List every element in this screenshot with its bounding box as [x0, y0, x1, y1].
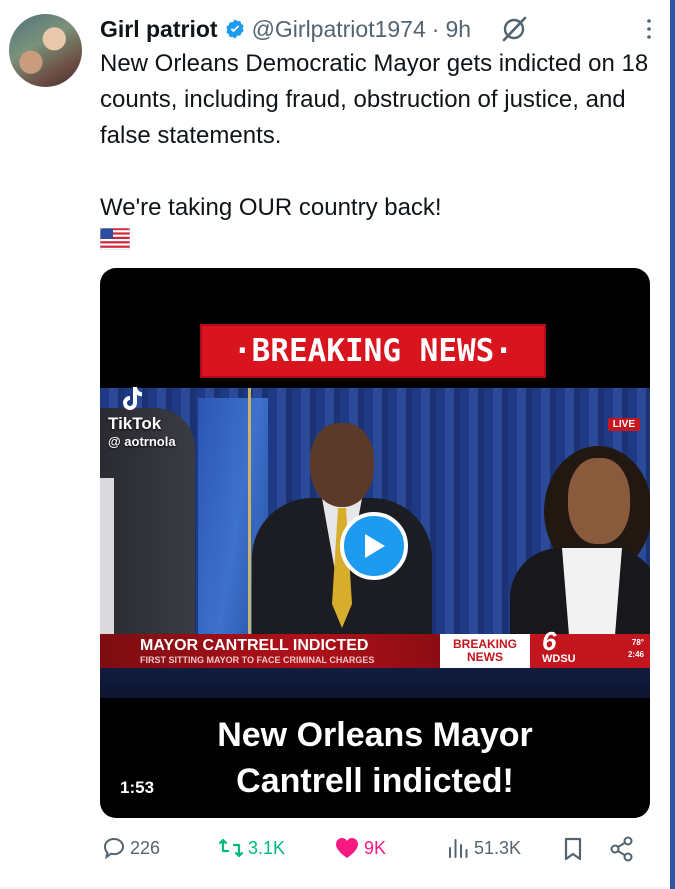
station-name: WDSU	[542, 653, 576, 665]
tiktok-watermark: TikTok @ aotrnola	[108, 386, 176, 449]
tiktok-username: @ aotrnola	[108, 434, 176, 449]
lower-third-headline: MAYOR CANTRELL INDICTED	[140, 637, 369, 654]
bookmark-icon	[564, 837, 582, 861]
timestamp[interactable]: 9h	[445, 16, 471, 43]
avatar[interactable]	[9, 14, 82, 87]
caption-line-2: Cantrell indicted!	[236, 762, 514, 800]
repost-count: 3.1K	[248, 837, 286, 858]
lower-third-subline: FIRST SITTING MAYOR TO FACE CRIMINAL CHA…	[140, 655, 375, 665]
station-clock: 2:46	[627, 650, 644, 659]
play-icon	[365, 534, 385, 558]
repost-button[interactable]: 3.1K	[218, 836, 285, 860]
like-count: 9K	[364, 837, 387, 858]
video-player[interactable]: ·BREAKING NEWS· LIVE TikTok @ aotrnola M…	[100, 268, 650, 818]
view-count: 51.3K	[474, 837, 522, 858]
mayor-head	[310, 423, 374, 507]
right-edge-rule	[670, 0, 675, 889]
tweet-paragraph-1: New Orleans Democratic Mayor gets indict…	[100, 50, 649, 149]
breaking-news-banner: ·BREAKING NEWS·	[200, 324, 546, 378]
breaking-tag-line2: NEWS	[467, 650, 503, 664]
play-button[interactable]	[340, 512, 408, 580]
tiktok-logo-icon	[123, 387, 142, 410]
analytics-icon	[449, 839, 468, 858]
video-duration: 1:53	[120, 778, 155, 797]
bookmark-button[interactable]	[562, 836, 584, 862]
live-badge: LIVE	[607, 418, 640, 431]
verified-badge-icon	[224, 18, 246, 40]
share-button[interactable]	[608, 836, 636, 862]
tiktok-label: TikTok	[108, 414, 162, 433]
like-button[interactable]: 9K	[334, 836, 386, 860]
station-logo: 6 WDSU 78° 2:46	[530, 626, 650, 668]
heart-icon	[336, 838, 358, 858]
reply-count: 226	[130, 837, 161, 858]
woman-head	[568, 458, 630, 544]
share-icon	[610, 836, 633, 862]
caption-line-1: New Orleans Mayor	[217, 716, 533, 754]
repost-icon	[218, 838, 244, 858]
news-lower-third: MAYOR CANTRELL INDICTED FIRST SITTING MA…	[100, 626, 650, 668]
author-handle[interactable]: @Girlpatriot1974	[252, 16, 426, 43]
tweet-paragraph-2: We're taking OUR country back!	[100, 194, 442, 221]
views-button[interactable]: 51.3K	[446, 836, 521, 860]
breaking-news-tag: BREAKING NEWS	[440, 634, 530, 668]
tweet-header: Girl patriot @Girlpatriot1974 · 9h	[100, 12, 655, 46]
grok-icon[interactable]	[499, 14, 529, 44]
author-name[interactable]: Girl patriot	[100, 16, 218, 43]
station-temperature: 78°	[631, 638, 644, 647]
lower-third-headline-box: MAYOR CANTRELL INDICTED FIRST SITTING MA…	[100, 634, 440, 668]
reply-icon	[103, 837, 125, 860]
tweet-actions-bar: 226 3.1K 9K 51.3K	[100, 836, 640, 866]
video-caption: New Orleans Mayor Cantrell indicted!	[100, 712, 650, 804]
more-options-icon[interactable]	[643, 16, 655, 42]
reply-button[interactable]: 226	[102, 836, 160, 860]
us-flag-icon	[100, 228, 130, 250]
tweet-body: New Orleans Democratic Mayor gets indict…	[100, 46, 660, 226]
header-separator: ·	[431, 15, 440, 42]
